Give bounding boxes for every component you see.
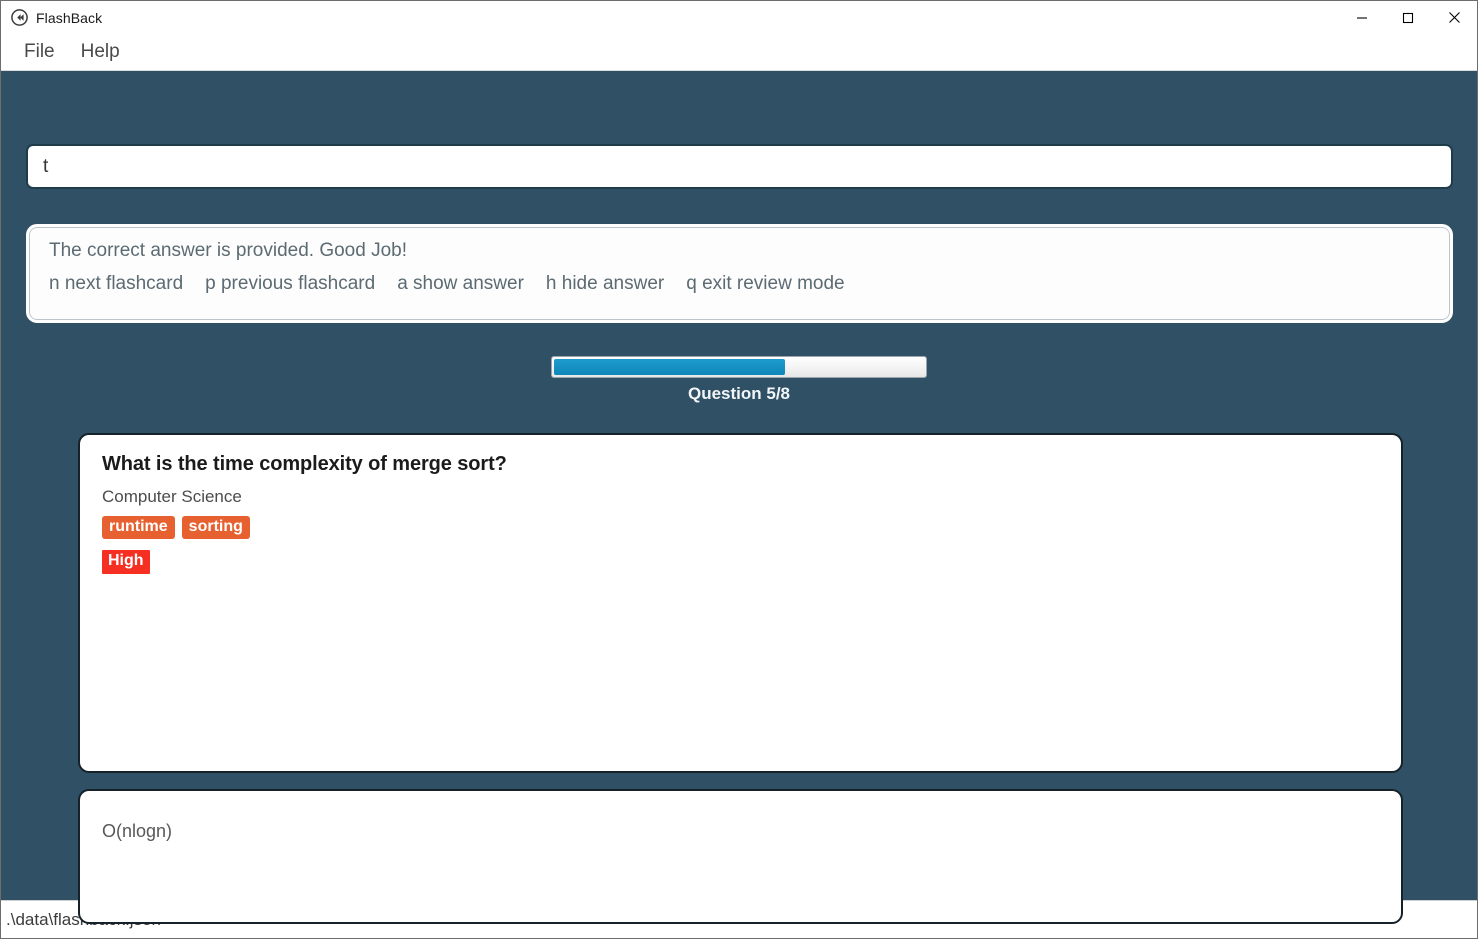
answer-text: O(nlogn)	[102, 821, 173, 841]
progress-bar-track	[551, 356, 927, 378]
menu-bar: File Help	[1, 34, 1477, 71]
shortcut-previous-flashcard: p previous flashcard	[205, 272, 376, 294]
shortcut-exit-review-mode: q exit review mode	[686, 272, 845, 294]
shortcut-next-flashcard: n next flashcard	[49, 272, 184, 294]
help-shortcuts: n next flashcard p previous flashcard a …	[49, 273, 1430, 295]
main-content: The correct answer is provided. Good Job…	[1, 71, 1477, 924]
flashcard-difficulty-row: High	[102, 550, 1379, 574]
menu-item-file[interactable]: File	[11, 40, 68, 65]
help-message: The correct answer is provided. Good Job…	[49, 240, 408, 261]
flashcard-category: Computer Science	[102, 487, 242, 506]
close-button[interactable]	[1431, 1, 1477, 34]
flashcard-panel: What is the time complexity of merge sor…	[78, 433, 1403, 773]
menu-item-help[interactable]: Help	[68, 40, 133, 65]
progress-area: Question 5/8	[1, 356, 1477, 404]
shortcut-show-answer: a show answer	[397, 272, 524, 294]
flashcard-tag-row: runtime sorting	[102, 516, 1379, 540]
maximize-button[interactable]	[1385, 1, 1431, 34]
window-controls	[1339, 1, 1477, 34]
help-panel: The correct answer is provided. Good Job…	[26, 224, 1453, 323]
progress-label: Question 5/8	[687, 384, 791, 403]
progress-bar-fill	[554, 359, 786, 375]
minimize-button[interactable]	[1339, 1, 1385, 34]
window-title: FlashBack	[36, 9, 103, 26]
command-input[interactable]	[28, 146, 1451, 187]
title-bar: FlashBack	[1, 1, 1477, 34]
app-window: FlashBack File Help t The correct answer…	[0, 0, 1478, 939]
shortcut-hide-answer: h hide answer	[545, 272, 665, 294]
tag-chip: sorting	[181, 516, 250, 540]
rewind-circle-icon	[11, 9, 28, 26]
answer-panel: O(nlogn)	[78, 789, 1403, 924]
command-input-container[interactable]	[26, 144, 1453, 189]
difficulty-badge: High	[102, 550, 150, 574]
tag-chip: runtime	[102, 516, 175, 540]
flashcard-question: What is the time complexity of merge sor…	[102, 453, 507, 475]
